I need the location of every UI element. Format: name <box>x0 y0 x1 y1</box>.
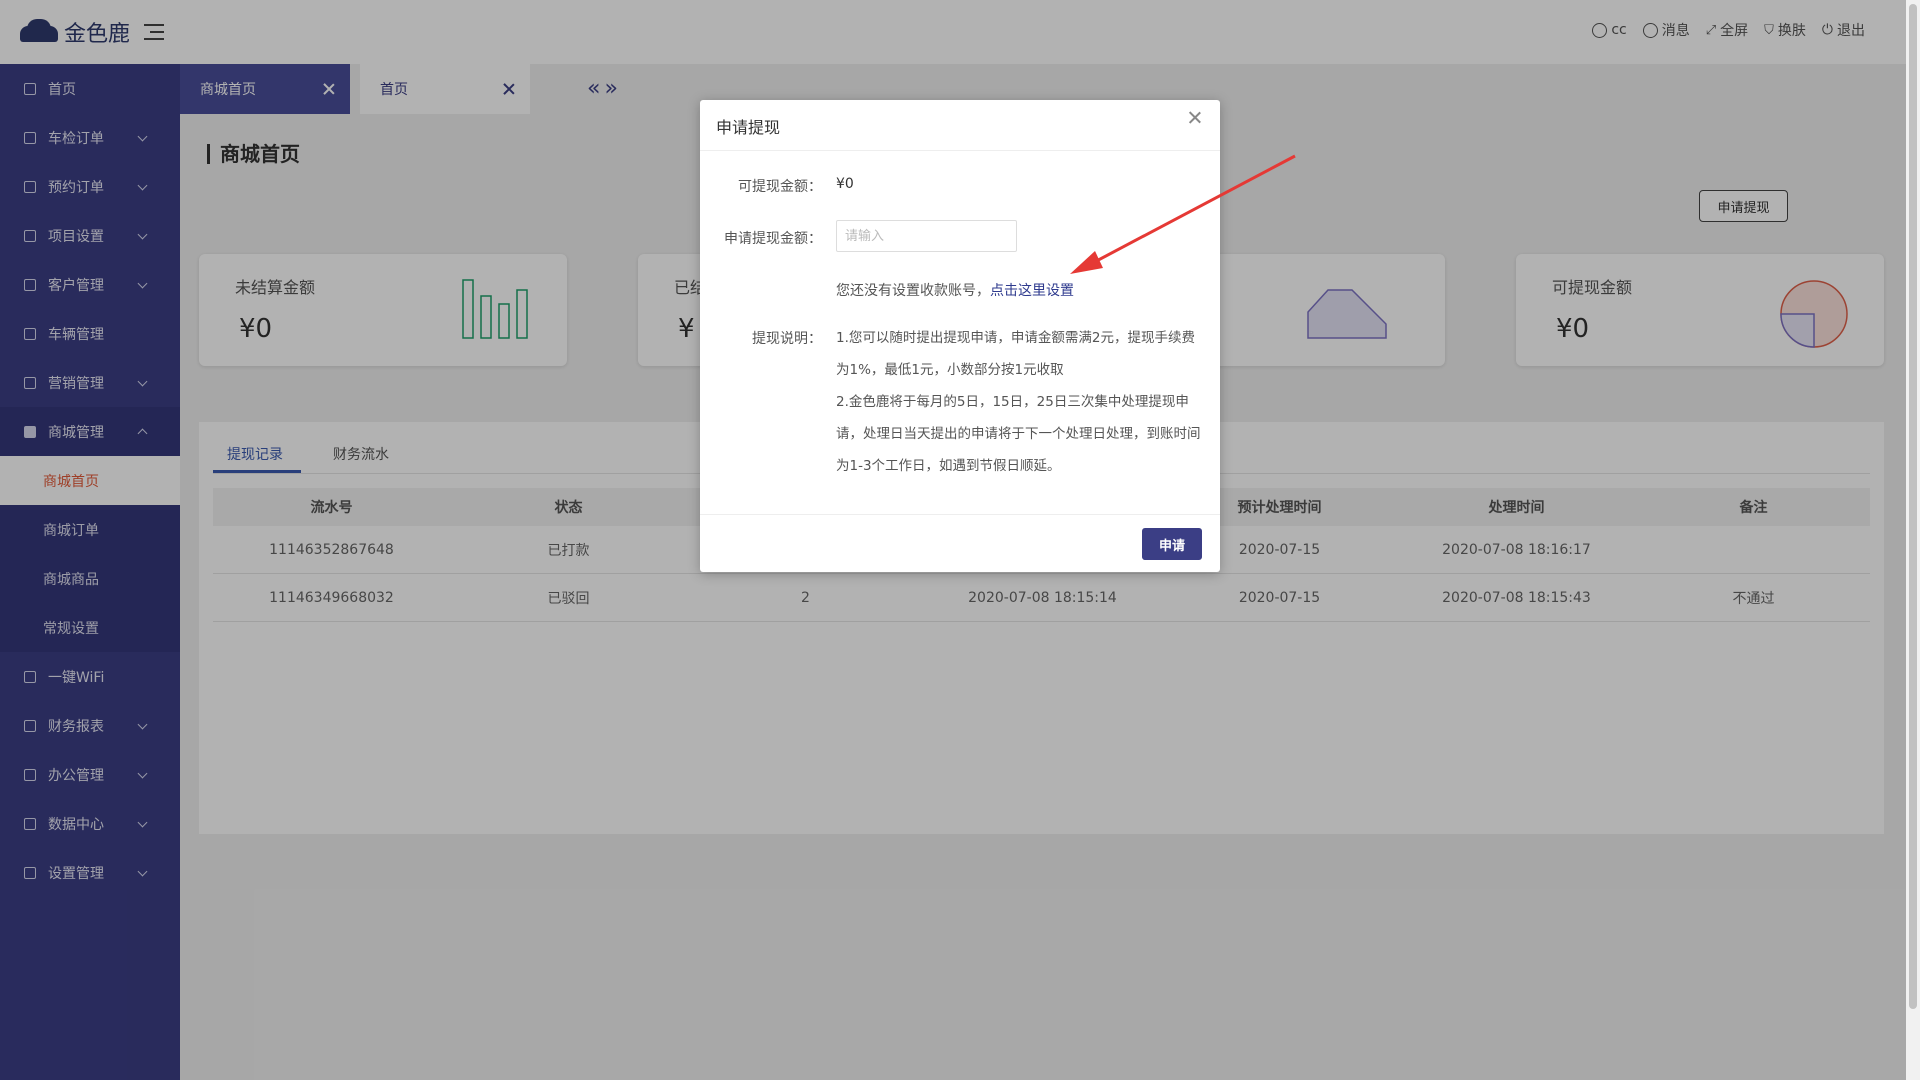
withdraw-amount-input[interactable] <box>836 220 1017 252</box>
annotation-arrow-icon <box>1070 154 1296 274</box>
dialog-footer-divider <box>700 514 1220 515</box>
desc-line-2: 2.金色鹿将于每月的5日，15日，25日三次集中处理提现申请，处理日当天提出的申… <box>836 394 1201 474</box>
scrollbar-thumb[interactable] <box>1909 4 1917 1009</box>
available-amount-value: ¥0 <box>836 176 854 192</box>
desc-line-1: 1.您可以随时提出提现申请，申请金额需满2元，提现手续费为1%，最低1元，小数部… <box>836 330 1195 378</box>
withdraw-desc-label: 提现说明： <box>752 331 822 347</box>
no-account-notice: 您还没有设置收款账号，点击这里设置 <box>836 280 1074 300</box>
close-icon[interactable] <box>1188 110 1202 124</box>
submit-apply-button[interactable]: 申请 <box>1142 528 1202 560</box>
no-account-text: 您还没有设置收款账号， <box>836 283 990 299</box>
dialog-header: 申请提现 <box>700 100 1220 151</box>
withdraw-description: 1.您可以随时提出提现申请，申请金额需满2元，提现手续费为1%，最低1元，小数部… <box>836 322 1202 482</box>
available-amount-label: 可提现金额： <box>738 179 822 195</box>
setup-account-link[interactable]: 点击这里设置 <box>990 283 1074 299</box>
withdraw-amount-label: 申请提现金额： <box>724 231 822 247</box>
dialog-title: 申请提现 <box>716 118 781 137</box>
page-scrollbar[interactable] <box>1906 0 1920 1080</box>
